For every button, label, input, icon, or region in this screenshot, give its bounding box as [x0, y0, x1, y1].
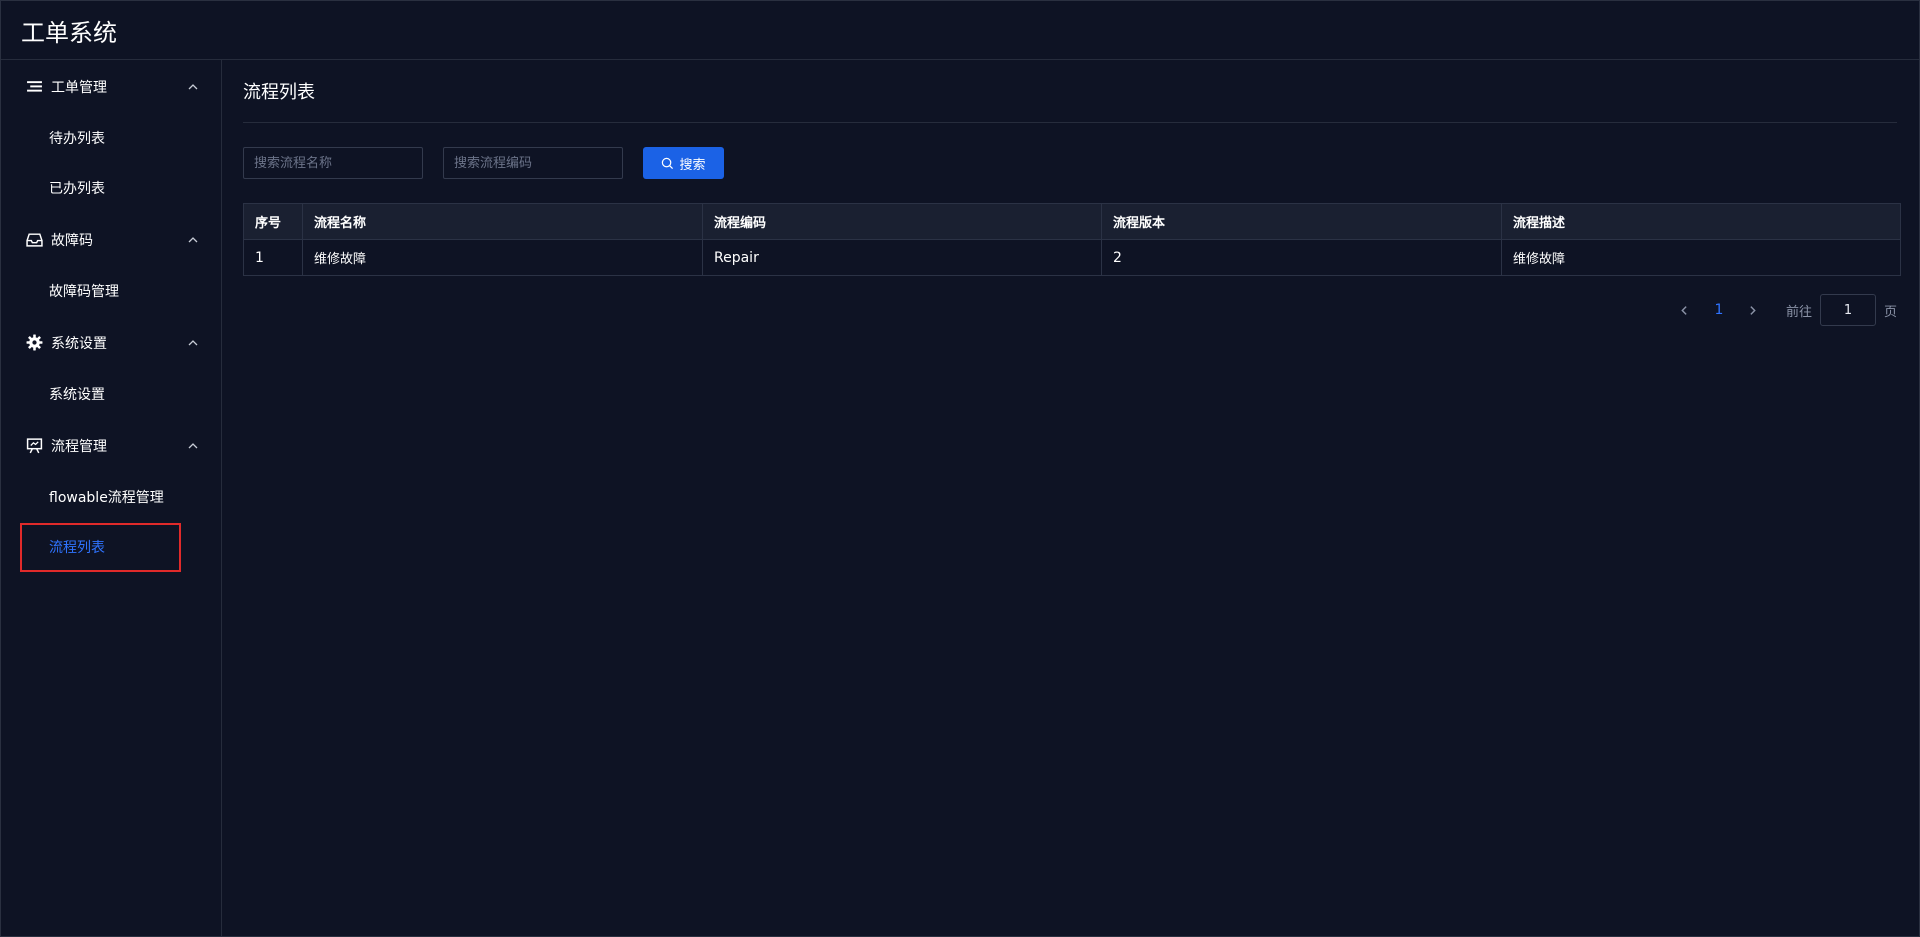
goto-label: 前往	[1785, 304, 1812, 320]
inbox-icon	[25, 231, 43, 249]
list-icon	[25, 78, 43, 96]
search-button-label: 搜索	[679, 157, 706, 173]
gear-icon	[25, 334, 43, 352]
sidebar-item-system-settings[interactable]: 系统设置	[1, 369, 221, 419]
header: 工单系统	[1, 1, 1919, 60]
app-title: 工单系统	[21, 18, 117, 47]
search-icon	[662, 157, 674, 169]
page-suffix-label: 页	[1883, 304, 1897, 320]
page-number-1[interactable]: 1	[1702, 296, 1736, 324]
sidebar-item-label: 待办列表	[49, 131, 105, 147]
sidebar: 工单管理 待办列表 已办列表 故障码 故障码管理 系统设置 系统设置 流程管理 …	[1, 60, 222, 936]
sidebar-group-process-management[interactable]: 流程管理	[1, 419, 221, 472]
column-header-version[interactable]: 流程版本	[1101, 203, 1502, 240]
sidebar-group-ticket-management[interactable]: 工单管理	[1, 60, 221, 113]
sidebar-group-label: 流程管理	[51, 438, 107, 455]
column-header-code[interactable]: 流程编码	[702, 203, 1102, 240]
sidebar-item-label: 流程列表	[49, 540, 105, 556]
cell-code: Repair	[702, 239, 1102, 276]
chevron-up-icon	[187, 234, 199, 246]
page-title: 流程列表	[243, 60, 1897, 123]
sidebar-group-label: 工单管理	[51, 79, 107, 96]
table-header-row: 序号 流程名称 流程编码 流程版本 流程描述	[243, 203, 1901, 240]
chevron-up-icon	[187, 81, 199, 93]
search-button[interactable]: 搜索	[643, 147, 724, 179]
process-table: 序号 流程名称 流程编码 流程版本 流程描述 1 维修故障 Repair 2 维…	[243, 203, 1901, 276]
app-window: 工单系统 工单管理 待办列表 已办列表 故障码 故障码管理 系统设置 系统设置 …	[0, 0, 1920, 937]
search-bar: 搜索	[243, 147, 1897, 179]
cell-index: 1	[243, 239, 303, 276]
chevron-up-icon	[187, 337, 199, 349]
sidebar-group-fault-code[interactable]: 故障码	[1, 213, 221, 266]
column-header-name[interactable]: 流程名称	[302, 203, 703, 240]
chevron-right-icon	[1750, 305, 1757, 315]
column-header-description[interactable]: 流程描述	[1501, 203, 1901, 240]
column-header-index[interactable]: 序号	[243, 203, 303, 240]
sidebar-item-process-list[interactable]: 流程列表	[1, 522, 221, 572]
cell-version: 2	[1101, 239, 1502, 276]
sidebar-group-label: 系统设置	[51, 335, 107, 352]
chevron-left-icon	[1681, 305, 1688, 315]
search-process-name-input[interactable]	[243, 147, 423, 179]
cell-description: 维修故障	[1501, 239, 1901, 276]
sidebar-item-todo-list[interactable]: 待办列表	[1, 113, 221, 163]
goto-page-input[interactable]	[1819, 294, 1876, 326]
table-row[interactable]: 1 维修故障 Repair 2 维修故障	[243, 239, 1901, 276]
sidebar-item-flowable-management[interactable]: flowable流程管理	[1, 472, 221, 522]
sidebar-item-done-list[interactable]: 已办列表	[1, 163, 221, 213]
search-process-code-input[interactable]	[443, 147, 623, 179]
sidebar-group-system-settings[interactable]: 系统设置	[1, 316, 221, 369]
cell-name: 维修故障	[302, 239, 703, 276]
next-page-button[interactable]	[1736, 296, 1770, 324]
presentation-icon	[25, 437, 43, 455]
sidebar-group-label: 故障码	[51, 232, 93, 249]
sidebar-item-label: 已办列表	[49, 181, 105, 197]
pagination: 1 前往 页	[243, 294, 1897, 326]
sidebar-item-label: 系统设置	[49, 387, 105, 403]
main-content: 流程列表 搜索 序号 流程名称 流程编码 流程版本 流程描述	[243, 60, 1901, 936]
prev-page-button[interactable]	[1668, 296, 1702, 324]
sidebar-item-label: flowable流程管理	[49, 490, 164, 506]
chevron-up-icon	[187, 440, 199, 452]
sidebar-item-label: 故障码管理	[49, 284, 119, 300]
sidebar-item-fault-code-management[interactable]: 故障码管理	[1, 266, 221, 316]
